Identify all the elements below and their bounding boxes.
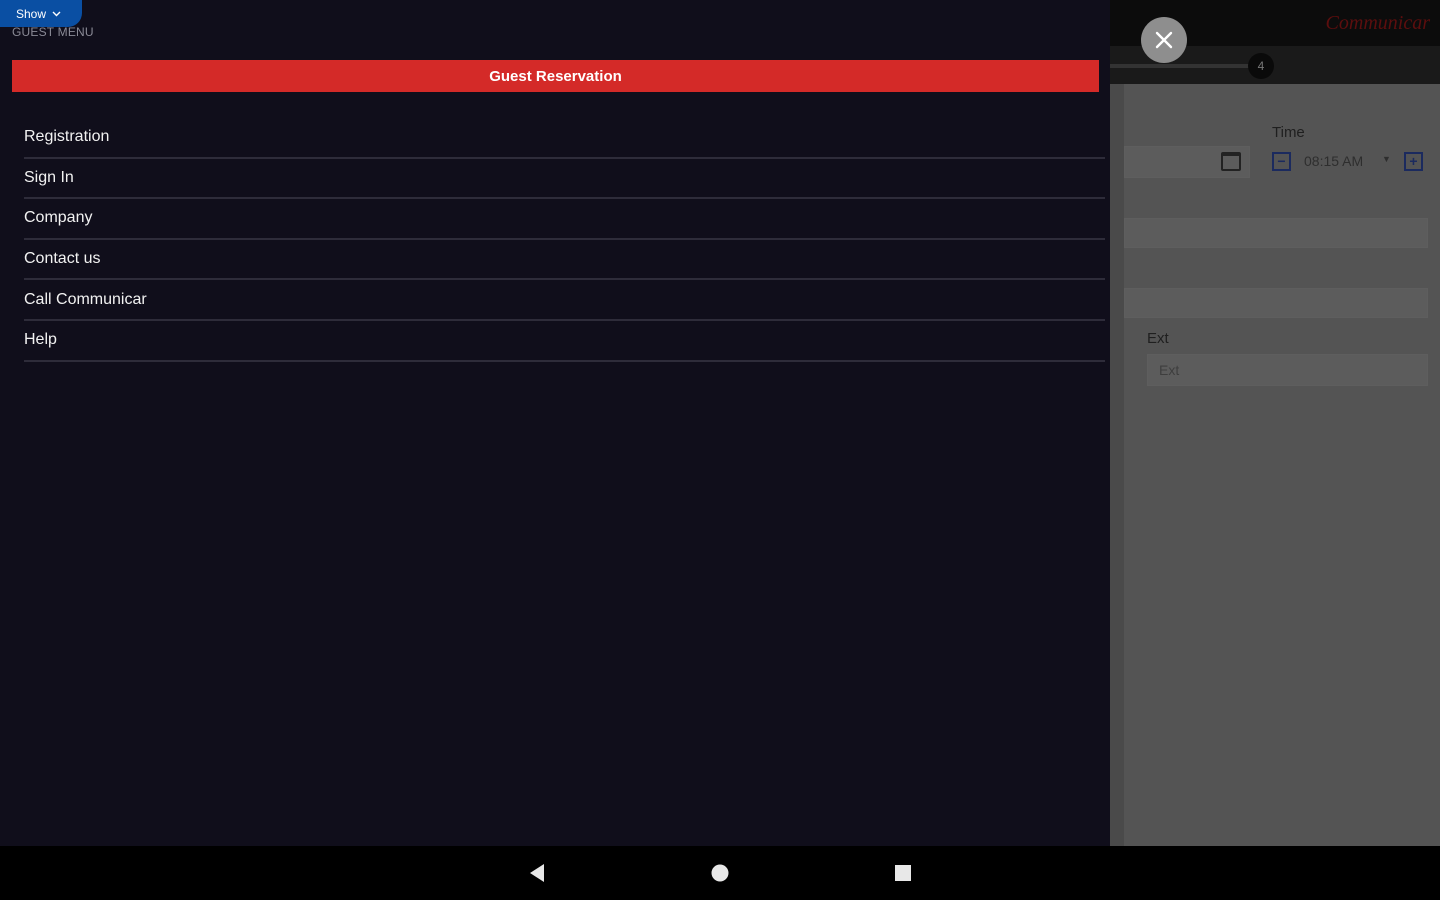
ext-input: [1147, 354, 1428, 386]
guest-menu-list: Registration Sign In Company Contact us …: [24, 118, 1105, 362]
menu-heading: GUEST MENU: [12, 25, 94, 39]
home-circle-icon: [711, 864, 729, 882]
time-decrement-button: −: [1272, 152, 1291, 171]
show-toggle-label: Show: [16, 6, 47, 21]
time-value: 08:15 AM: [1304, 153, 1364, 169]
nav-recents-button[interactable]: [890, 860, 916, 886]
menu-item-call-communicar[interactable]: Call Communicar: [24, 280, 1105, 321]
menu-item-company[interactable]: Company: [24, 199, 1105, 240]
menu-item-contact-us[interactable]: Contact us: [24, 240, 1105, 281]
stepper-line: [1110, 64, 1250, 68]
close-drawer-button[interactable]: [1141, 17, 1187, 63]
reservation-form: [1124, 84, 1440, 846]
form-input: [1124, 288, 1428, 318]
guest-menu-drawer: Show GUEST MENU Guest Reservation Regist…: [0, 0, 1110, 846]
time-label: Time: [1272, 124, 1305, 141]
chevron-down-icon: [52, 11, 61, 17]
menu-item-sign-in[interactable]: Sign In: [24, 159, 1105, 200]
system-nav-bar: [0, 846, 1440, 900]
ext-label: Ext: [1147, 330, 1169, 347]
nav-back-button[interactable]: [524, 860, 550, 886]
recents-square-icon: [895, 865, 911, 881]
menu-item-help[interactable]: Help: [24, 321, 1105, 362]
calendar-icon: [1221, 152, 1241, 171]
app-logo: Communicar: [1325, 12, 1430, 34]
ext-placeholder: Ext: [1159, 362, 1180, 378]
show-toggle-button[interactable]: Show: [0, 0, 82, 27]
time-increment-button: +: [1404, 152, 1423, 171]
guest-reservation-button[interactable]: Guest Reservation: [12, 60, 1099, 92]
menu-item-registration[interactable]: Registration: [24, 118, 1105, 159]
step-indicator: 4: [1248, 53, 1274, 79]
close-icon: [1155, 31, 1173, 49]
dropdown-caret-icon: ▼: [1382, 154, 1391, 164]
back-triangle-icon: [530, 864, 544, 882]
nav-home-button[interactable]: [707, 860, 733, 886]
form-input: [1124, 218, 1428, 248]
